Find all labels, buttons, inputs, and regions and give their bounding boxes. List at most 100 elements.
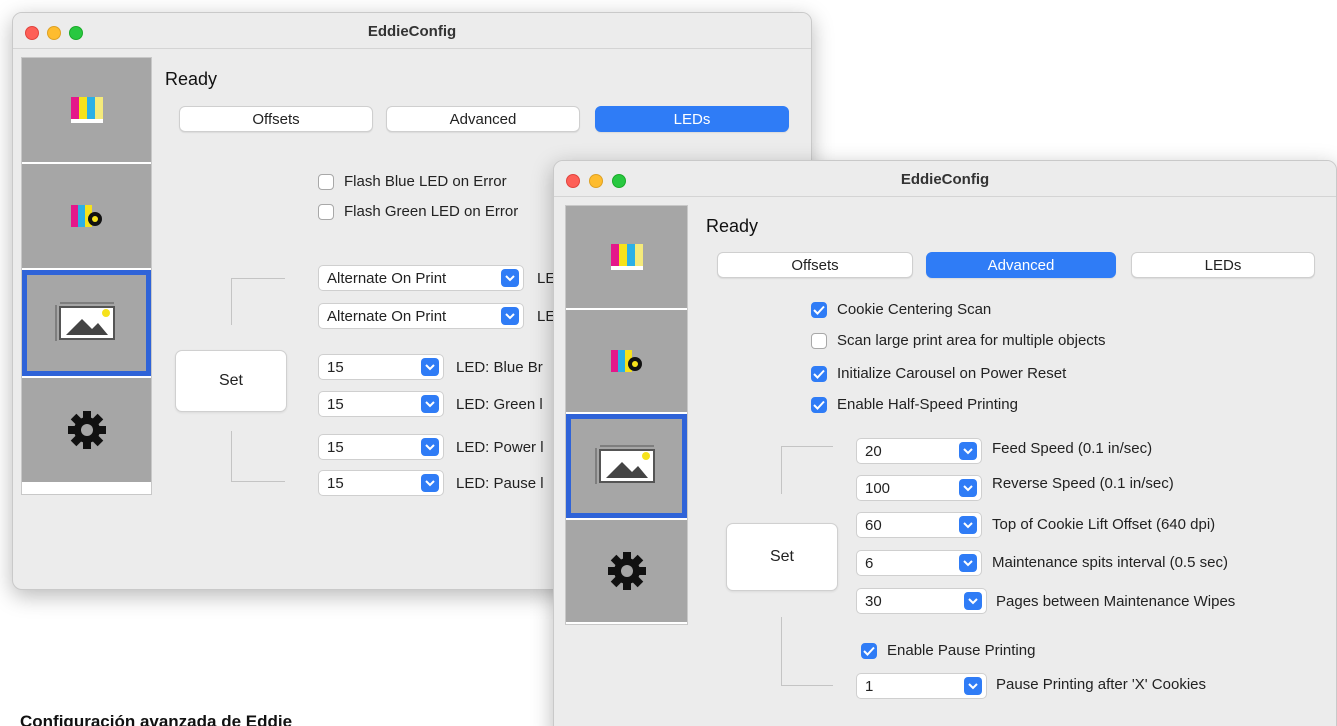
checkbox-label: Cookie Centering Scan xyxy=(837,301,992,318)
status-text: Ready xyxy=(706,216,759,236)
select-value: 1 xyxy=(865,677,874,695)
feed-speed-select[interactable]: 20 xyxy=(856,438,982,464)
checkmark-icon[interactable] xyxy=(811,396,827,413)
led-mode-select-2[interactable]: Alternate On Print xyxy=(318,303,524,329)
chevron-down-icon xyxy=(959,479,977,497)
bracket-line xyxy=(781,446,782,494)
maintenance-wipes-select[interactable]: 30 xyxy=(856,588,987,614)
pause-brightness-label: LED: Pause l xyxy=(456,475,544,492)
bracket-tick xyxy=(781,685,833,686)
status-text: Ready xyxy=(165,69,218,89)
sidebar-item-print-area[interactable] xyxy=(566,414,687,520)
chevron-down-icon xyxy=(421,358,439,376)
tab-advanced[interactable]: Advanced xyxy=(386,106,580,132)
select-value: 20 xyxy=(865,442,882,460)
bracket-line xyxy=(231,278,232,325)
sidebar xyxy=(565,205,688,625)
chevron-down-icon xyxy=(421,395,439,413)
checkmark-icon[interactable] xyxy=(811,301,827,318)
chevron-down-icon xyxy=(959,442,977,460)
select-value: Alternate On Print xyxy=(327,269,447,287)
checkbox-label: Flash Blue LED on Error xyxy=(344,173,507,190)
checkbox-label: Enable Half-Speed Printing xyxy=(837,396,1018,413)
sidebar-item-colors[interactable] xyxy=(566,206,687,310)
led-mode-select-1[interactable]: Alternate On Print xyxy=(318,265,524,291)
sidebar-item-colors[interactable] xyxy=(22,58,151,164)
checkmark-icon[interactable] xyxy=(861,642,877,659)
lift-offset-label: Top of Cookie Lift Offset (640 dpi) xyxy=(992,516,1216,533)
green-brightness-select[interactable]: 15 xyxy=(318,391,444,417)
image-frame-icon xyxy=(55,302,115,341)
window-title: EddieConfig xyxy=(900,171,990,188)
chevron-down-icon xyxy=(501,307,519,325)
checkbox-label: Scan large print area for multiple objec… xyxy=(837,332,1106,349)
reverse-speed-select[interactable]: 100 xyxy=(856,475,982,501)
select-value: 15 xyxy=(327,395,344,413)
bracket-tick xyxy=(231,278,285,279)
checkbox-label: Enable Pause Printing xyxy=(887,642,1036,659)
window-title: EddieConfig xyxy=(367,23,457,40)
maintenance-wipes-label: Pages between Maintenance Wipes xyxy=(996,593,1236,610)
chevron-down-icon xyxy=(964,592,982,610)
tab-advanced[interactable]: Advanced xyxy=(926,252,1116,278)
select-value: 15 xyxy=(327,358,344,376)
color-gear-icon xyxy=(70,205,102,227)
spits-interval-select[interactable]: 6 xyxy=(856,550,982,576)
tab-offsets[interactable]: Offsets xyxy=(179,106,373,132)
chevron-down-icon xyxy=(501,269,519,287)
select-value: 15 xyxy=(327,438,344,456)
flash-blue-checkbox[interactable]: Flash Blue LED on Error xyxy=(318,173,507,190)
checkbox-box[interactable] xyxy=(318,203,334,220)
blue-brightness-label: LED: Blue Br xyxy=(456,359,543,376)
lift-offset-select[interactable]: 60 xyxy=(856,512,982,538)
tab-offsets[interactable]: Offsets xyxy=(717,252,913,278)
select-value: 100 xyxy=(865,479,891,497)
sidebar-item-color-settings[interactable] xyxy=(566,310,687,414)
sidebar xyxy=(21,57,152,495)
checkbox-box[interactable] xyxy=(318,173,334,190)
chevron-down-icon xyxy=(421,474,439,492)
half-speed-checkbox[interactable]: Enable Half-Speed Printing xyxy=(811,396,1018,413)
checkmark-icon[interactable] xyxy=(811,365,827,382)
sidebar-item-print-area[interactable] xyxy=(22,270,151,378)
power-brightness-select[interactable]: 15 xyxy=(318,434,444,460)
reverse-speed-label: Reverse Speed (0.1 in/sec) xyxy=(992,475,1174,492)
flash-green-checkbox[interactable]: Flash Green LED on Error xyxy=(318,203,518,220)
color-bars-icon xyxy=(610,244,643,270)
blue-brightness-select[interactable]: 15 xyxy=(318,354,444,380)
front-window: EddieConfig Ready Offsets Advanced LEDs … xyxy=(553,160,1337,726)
sidebar-item-settings[interactable] xyxy=(22,378,151,484)
enable-pause-checkbox[interactable]: Enable Pause Printing xyxy=(861,642,1035,659)
bracket-line xyxy=(781,617,782,685)
chevron-down-icon xyxy=(421,438,439,456)
select-value: 30 xyxy=(865,592,882,610)
initialize-carousel-checkbox[interactable]: Initialize Carousel on Power Reset xyxy=(811,365,1066,382)
green-brightness-label: LED: Green l xyxy=(456,396,543,413)
tab-leds[interactable]: LEDs xyxy=(1131,252,1315,278)
set-button[interactable]: Set xyxy=(175,350,287,412)
pause-after-select[interactable]: 1 xyxy=(856,673,987,699)
feed-speed-label: Feed Speed (0.1 in/sec) xyxy=(992,440,1153,457)
bracket-tick xyxy=(231,481,285,482)
tab-leds[interactable]: LEDs xyxy=(595,106,789,132)
checkbox-label: Initialize Carousel on Power Reset xyxy=(837,365,1067,382)
sidebar-item-color-settings[interactable] xyxy=(22,164,151,270)
bracket-tick xyxy=(781,446,833,447)
checkbox-box[interactable] xyxy=(811,332,827,349)
sidebar-item-settings[interactable] xyxy=(566,520,687,624)
pause-after-label: Pause Printing after 'X' Cookies xyxy=(996,676,1206,693)
image-frame-icon xyxy=(595,445,655,484)
select-value: Alternate On Print xyxy=(327,307,447,325)
select-value: 15 xyxy=(327,474,344,492)
scan-large-area-checkbox[interactable]: Scan large print area for multiple objec… xyxy=(811,332,1105,349)
pause-brightness-select[interactable]: 15 xyxy=(318,470,444,496)
cookie-centering-checkbox[interactable]: Cookie Centering Scan xyxy=(811,301,991,318)
set-button[interactable]: Set xyxy=(726,523,838,591)
chevron-down-icon xyxy=(964,677,982,695)
chevron-down-icon xyxy=(959,554,977,572)
title-bar: EddieConfig xyxy=(554,161,1336,197)
title-bar: EddieConfig xyxy=(13,13,811,49)
bracket-line xyxy=(231,431,232,481)
select-value: 6 xyxy=(865,554,874,572)
color-gear-icon xyxy=(610,350,642,372)
